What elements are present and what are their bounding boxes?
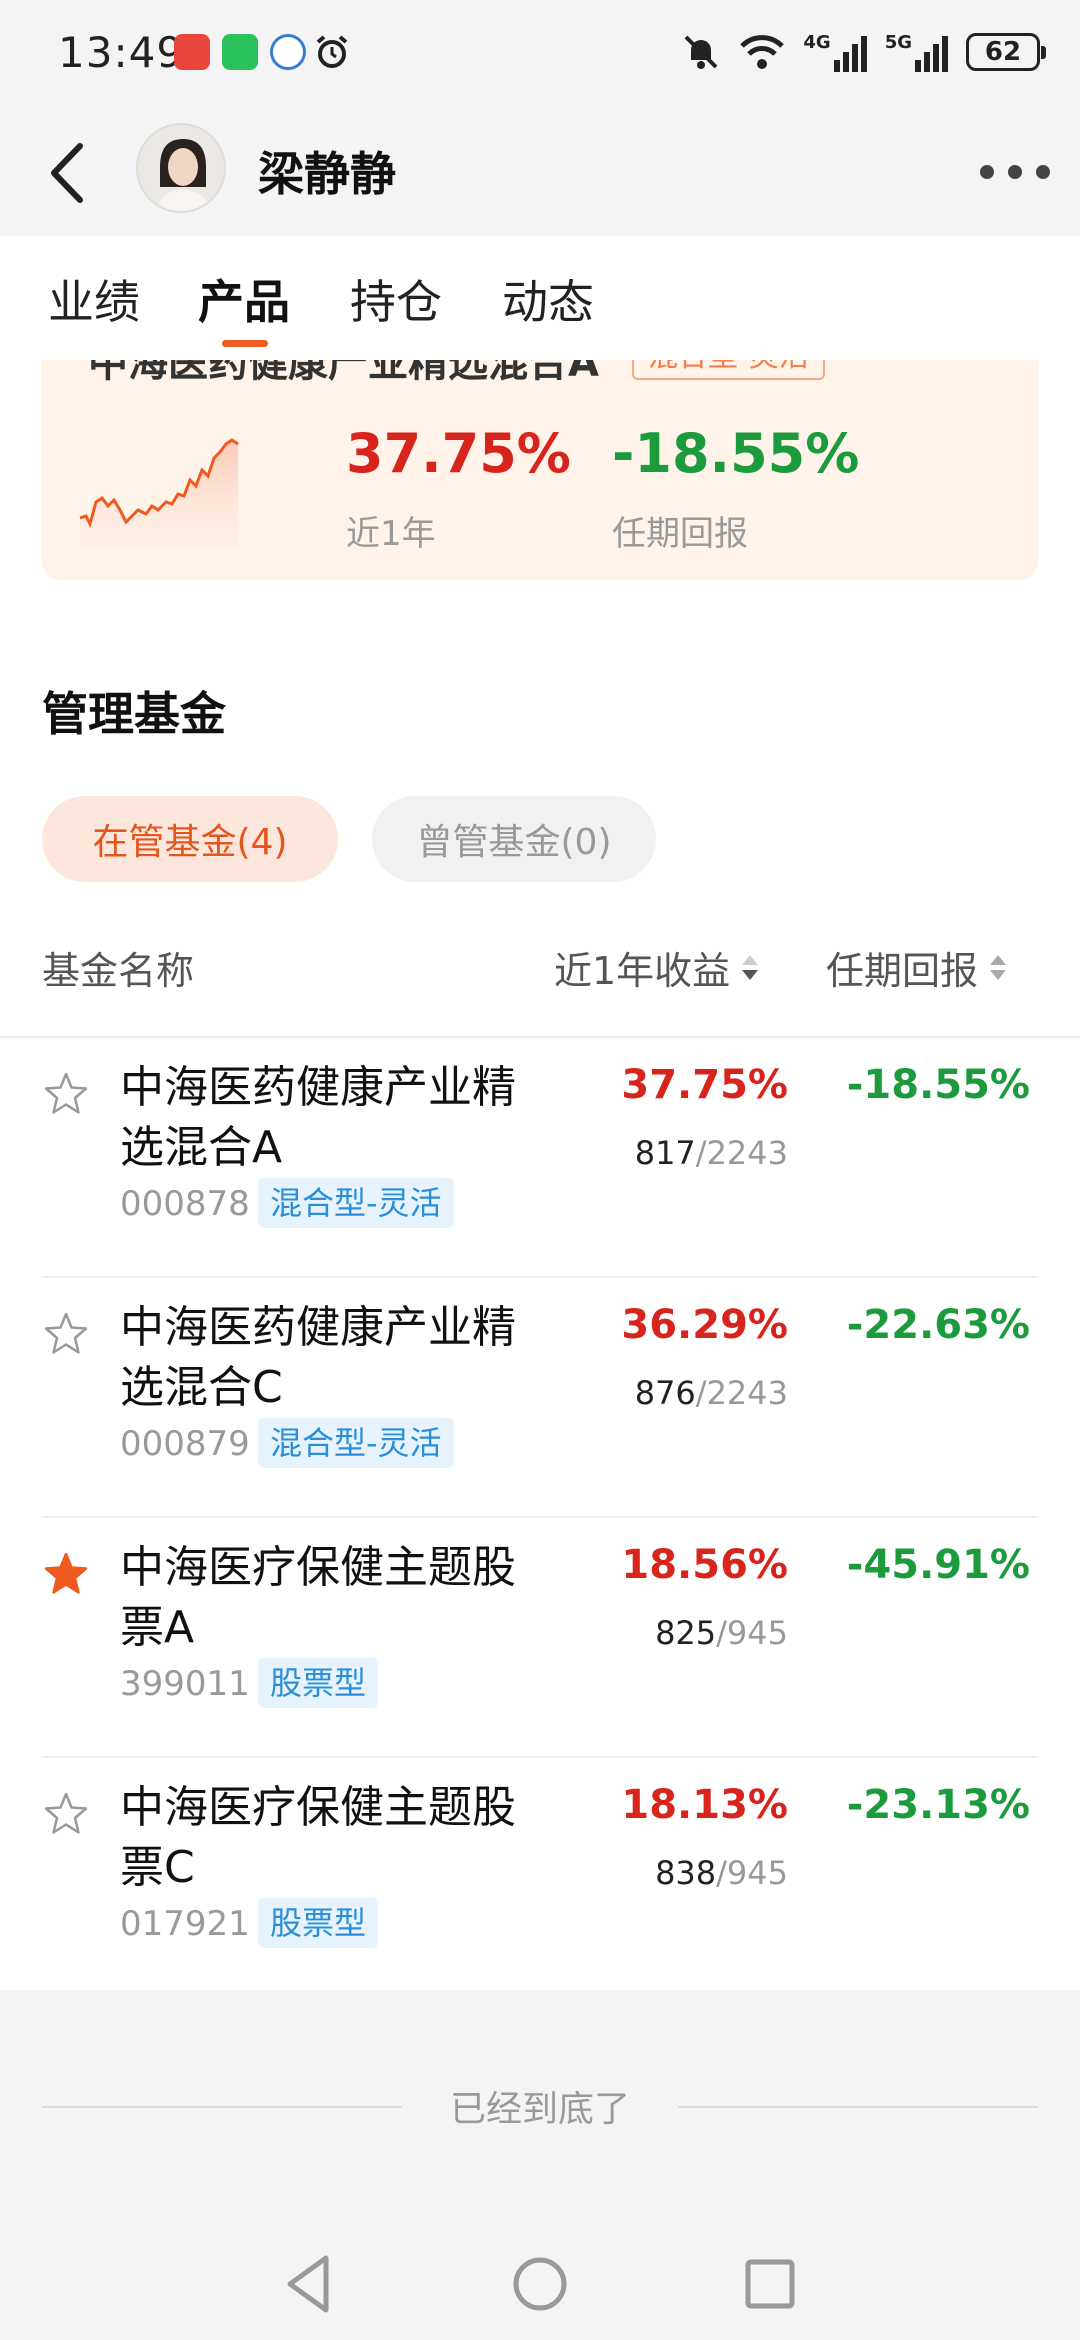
alarm-icon <box>316 35 348 68</box>
rank-position: 838 <box>655 1854 717 1892</box>
featured-return-1y: 37.75% <box>346 422 571 485</box>
fund-return-tenure: -45.91% <box>846 1542 1030 1588</box>
tab-holdings[interactable]: 持仓 <box>350 266 442 332</box>
rank-total: /945 <box>716 1854 788 1892</box>
fund-name: 中海医疗保健主题股票C <box>120 1782 516 1893</box>
fund-row[interactable]: 中海医疗保健主题股票A 399011 股票型 18.56% 825/945 -4… <box>42 1518 1038 1758</box>
fund-row[interactable]: 中海医疗保健主题股票C 017921 股票型 18.13% 838/945 -2… <box>42 1758 1038 1998</box>
manager-name: 梁静静 <box>258 147 396 201</box>
sparkline-chart <box>79 438 239 550</box>
section-title: 管理基金 <box>42 687 226 741</box>
fund-return-tenure: -18.55% <box>846 1062 1030 1108</box>
featured-fund-card[interactable]: 中海医药健康产业精选混合A 混合型-灵活 37.75% 近1年 -18.55% … <box>42 360 1038 580</box>
wechat-notification-icon <box>222 34 258 70</box>
fund-row[interactable]: 中海医药健康产业精选混合C 000879 混合型-灵活 36.29% 876/2… <box>42 1278 1038 1518</box>
nav-home-icon[interactable] <box>500 2244 580 2324</box>
star-filled-icon[interactable] <box>42 1550 90 1598</box>
star-outline-icon[interactable] <box>42 1310 90 1358</box>
battery-indicator: 62 <box>966 33 1046 71</box>
system-nav-bar <box>0 2220 1080 2340</box>
fund-rank: 825/945 <box>655 1614 788 1652</box>
column-label: 近1年收益 <box>554 949 731 993</box>
back-arrow-icon[interactable] <box>40 138 100 208</box>
network-label: 4G <box>803 32 831 53</box>
fund-code: 017921 <box>120 1904 250 1944</box>
fund-return-1y: 18.56% <box>621 1542 788 1588</box>
sort-icon <box>988 953 1008 983</box>
fund-name: 中海医药健康产业精选混合C <box>120 1302 516 1413</box>
tab-bar: 业绩 产品 持仓 动态 <box>0 236 1080 360</box>
star-outline-icon[interactable] <box>42 1790 90 1838</box>
nav-recents-icon[interactable] <box>730 2244 810 2324</box>
fund-return-1y: 18.13% <box>621 1782 788 1828</box>
more-options-icon[interactable] <box>980 150 1050 194</box>
featured-return-tenure-label: 任期回报 <box>612 514 748 554</box>
fund-return-1y: 37.75% <box>621 1062 788 1108</box>
fund-rank: 838/945 <box>655 1854 788 1892</box>
signal-5g-icon: 5G <box>885 32 948 72</box>
active-tab-indicator <box>222 340 268 347</box>
mute-bell-icon <box>684 35 718 69</box>
column-label: 基金名称 <box>42 949 195 993</box>
column-return-1y[interactable]: 近1年收益 <box>554 940 760 995</box>
page-header: 梁静静 <box>0 110 1080 236</box>
tab-news[interactable]: 动态 <box>502 266 594 332</box>
fund-name: 中海医疗保健主题股票A <box>120 1542 516 1653</box>
app-notification-icon <box>270 34 306 70</box>
fund-type-tag: 股票型 <box>258 1898 379 1948</box>
fund-type-tag: 混合型-灵活 <box>258 1178 454 1228</box>
fund-return-tenure: -23.13% <box>846 1782 1030 1828</box>
rank-total: /2243 <box>695 1134 788 1172</box>
rank-position: 876 <box>634 1374 696 1412</box>
fund-code: 000878 <box>120 1184 250 1224</box>
filter-current-funds[interactable]: 在管基金(4) <box>42 796 338 882</box>
fund-return-tenure: -22.63% <box>846 1302 1030 1348</box>
featured-fund-name: 中海医药健康产业精选混合A <box>88 360 599 386</box>
fund-type-tag: 股票型 <box>258 1658 379 1708</box>
tab-products[interactable]: 产品 <box>198 266 290 332</box>
sort-icon <box>740 953 760 983</box>
rank-total: /945 <box>716 1614 788 1652</box>
column-label: 任期回报 <box>826 949 979 993</box>
rank-position: 825 <box>655 1614 717 1652</box>
fund-code: 000879 <box>120 1424 250 1464</box>
fund-name: 中海医药健康产业精选混合A <box>120 1062 516 1173</box>
featured-return-1y-label: 近1年 <box>346 514 436 554</box>
status-bar: 13:49 4G 5G 62 <box>0 0 1080 110</box>
featured-return-tenure: -18.55% <box>612 422 860 485</box>
column-fund-name: 基金名称 <box>42 940 194 995</box>
manager-avatar[interactable] <box>136 123 226 213</box>
fund-type-tag: 混合型-灵活 <box>258 1418 454 1468</box>
main-content: 中海医药健康产业精选混合A 混合型-灵活 37.75% 近1年 -18.55% … <box>0 360 1080 1990</box>
fund-return-1y: 36.29% <box>621 1302 788 1348</box>
fund-rank: 817/2243 <box>635 1134 788 1172</box>
column-return-tenure[interactable]: 任期回报 <box>826 940 1008 995</box>
rank-total: /2243 <box>695 1374 788 1412</box>
footer-divider-right <box>678 2106 1038 2108</box>
list-footer: 已经到底了 <box>0 1990 1080 2220</box>
missed-call-notification-icon <box>174 34 210 70</box>
fund-code: 399011 <box>120 1664 250 1704</box>
status-time: 13:49 <box>58 28 185 77</box>
wifi-icon <box>740 35 785 69</box>
fund-rank: 876/2243 <box>635 1374 788 1412</box>
tab-performance[interactable]: 业绩 <box>48 266 140 332</box>
network-label: 5G <box>884 32 912 53</box>
rank-position: 817 <box>634 1134 696 1172</box>
star-outline-icon[interactable] <box>42 1070 90 1118</box>
filter-past-funds[interactable]: 曾管基金(0) <box>372 796 656 882</box>
fund-row[interactable]: 中海医药健康产业精选混合A 000878 混合型-灵活 37.75% 817/2… <box>42 1038 1038 1278</box>
nav-back-icon[interactable] <box>270 2244 350 2324</box>
status-right: 4G 5G 62 <box>681 30 1046 74</box>
featured-fund-tag: 混合型-灵活 <box>632 360 825 380</box>
signal-4g-icon: 4G <box>803 32 867 72</box>
